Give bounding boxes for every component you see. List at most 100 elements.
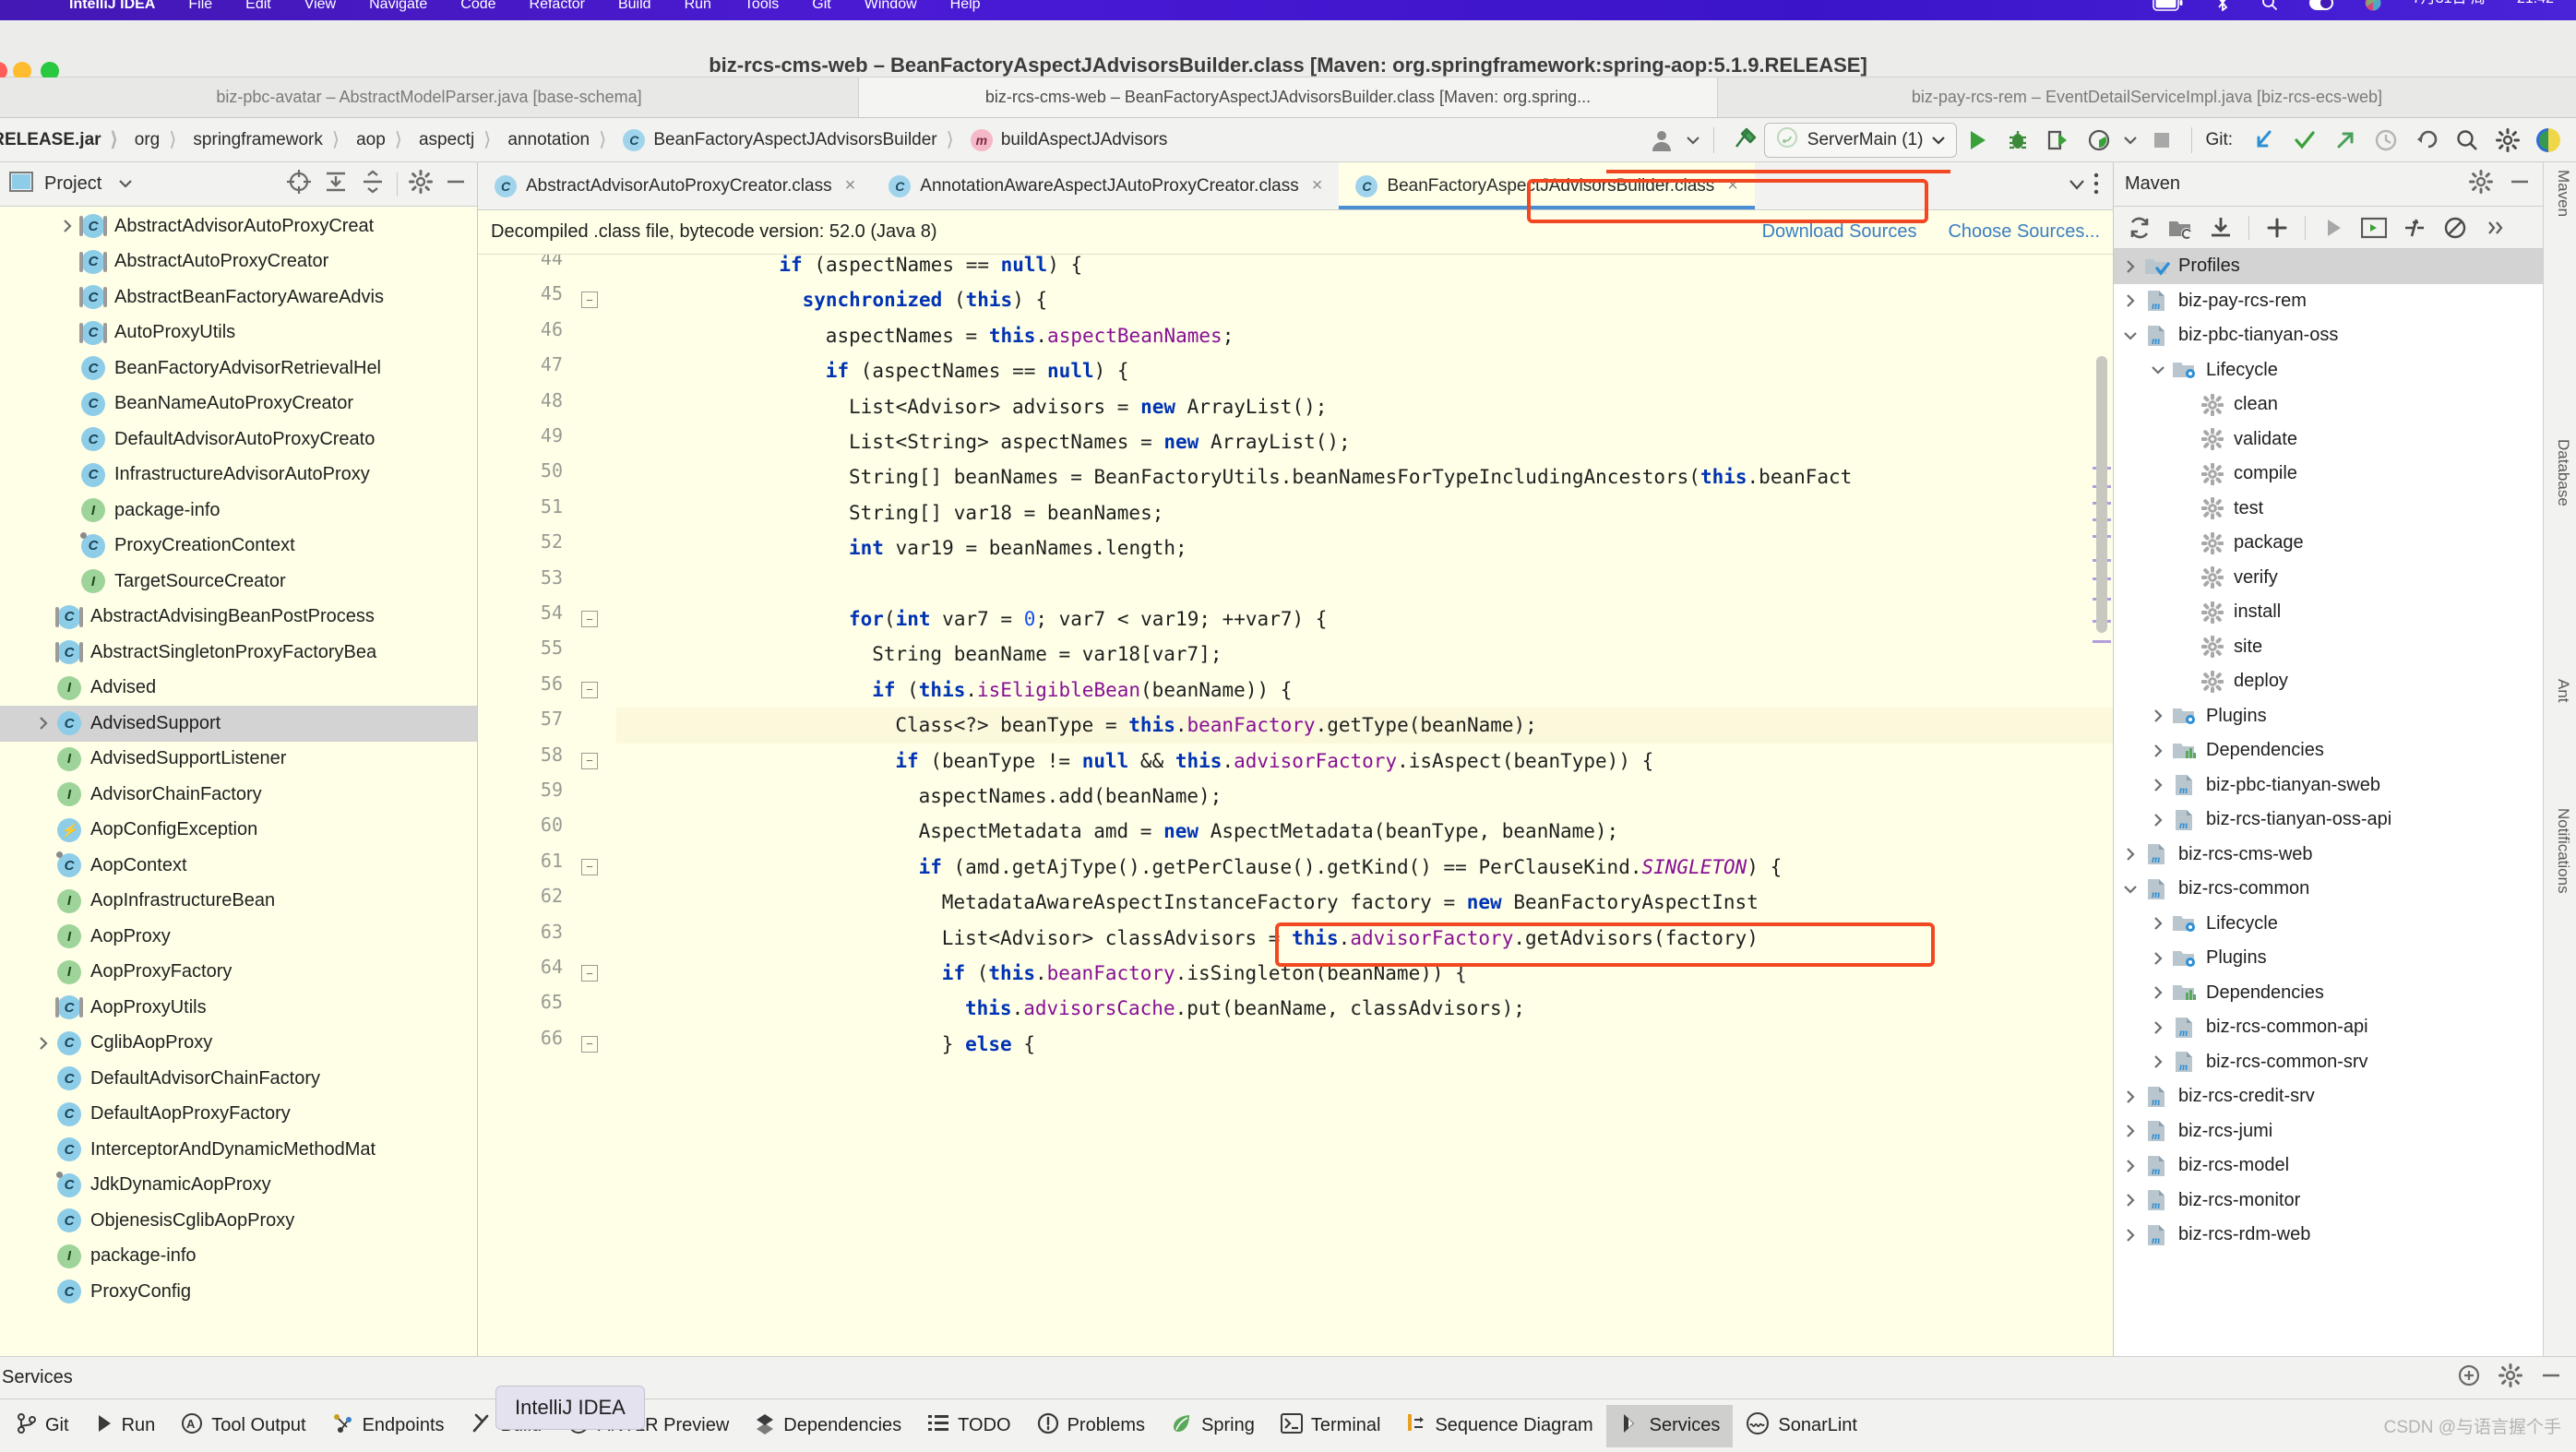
- download-sources-link[interactable]: Download Sources: [1762, 221, 1917, 243]
- editor-tab-annotation-aware[interactable]: C AnnotationAwareAspectJAutoProxyCreator…: [872, 162, 1339, 209]
- breadcrumb-aop[interactable]: aop ⟩: [352, 128, 415, 151]
- breadcrumb-org[interactable]: org ⟩: [131, 128, 190, 151]
- code-line-55[interactable]: String beanName = var18[var7];: [616, 637, 1222, 672]
- hammer-icon[interactable]: [1723, 120, 1764, 161]
- tree-twisty-down-icon[interactable]: [2117, 330, 2143, 341]
- tree-node-advisorchainfactory[interactable]: IAdvisorChainFactory: [0, 777, 477, 813]
- maven-node-biz-rcs-tianyan-oss-api[interactable]: mbiz-rcs-tianyan-oss-api: [2114, 803, 2543, 838]
- status-button-spring[interactable]: Spring: [1158, 1405, 1268, 1447]
- choose-sources-link[interactable]: Choose Sources...: [1948, 221, 2100, 243]
- tree-node-defaultaopproxyfactory[interactable]: CDefaultAopProxyFactory: [0, 1097, 477, 1133]
- menu-navigate[interactable]: Navigate: [352, 0, 444, 15]
- tree-twisty-right-icon[interactable]: [2145, 778, 2171, 792]
- history-clock-icon[interactable]: [2366, 120, 2406, 161]
- user-avatar-icon[interactable]: [1641, 120, 1682, 161]
- maven-node-biz-rcs-common-srv[interactable]: mbiz-rcs-common-srv: [2114, 1045, 2543, 1080]
- tree-node-package-info[interactable]: Ipackage-info: [0, 493, 477, 529]
- code-line-47[interactable]: if (aspectNames == null) {: [616, 353, 1129, 388]
- toggle-offline-icon[interactable]: [2437, 209, 2474, 246]
- maven-node-clean[interactable]: clean: [2114, 387, 2543, 423]
- close-tab-icon[interactable]: ×: [1727, 175, 1738, 196]
- download-sources-icon[interactable]: [2202, 209, 2239, 246]
- push-arrow-icon[interactable]: [2325, 120, 2366, 161]
- search-everywhere-icon[interactable]: [2447, 120, 2487, 161]
- maven-node-validate[interactable]: validate: [2114, 423, 2543, 458]
- strip-label-notifications[interactable]: Notifications: [2554, 808, 2572, 894]
- code-fold-icon[interactable]: −: [581, 611, 598, 627]
- breadcrumb-aspectj[interactable]: aspectj ⟩: [415, 128, 504, 151]
- status-button-terminal[interactable]: Terminal: [1268, 1405, 1394, 1447]
- stop-square-icon[interactable]: [2141, 120, 2182, 161]
- tree-node-abstractautoproxycreator[interactable]: CAbstractAutoProxyCreator: [0, 244, 477, 280]
- strip-label-ant[interactable]: Ant: [2554, 679, 2572, 703]
- code-line-49[interactable]: List<String> aspectNames = new ArrayList…: [616, 424, 1351, 459]
- tree-node-infrastructureadvisorautoproxy[interactable]: CInfrastructureAdvisorAutoProxy: [0, 458, 477, 494]
- maven-node-biz-rcs-jumi[interactable]: mbiz-rcs-jumi: [2114, 1114, 2543, 1149]
- tree-node-defaultadvisorchainfactory[interactable]: CDefaultAdvisorChainFactory: [0, 1061, 477, 1097]
- maven-node-biz-rcs-rdm-web[interactable]: mbiz-rcs-rdm-web: [2114, 1218, 2543, 1253]
- tree-node-advised[interactable]: IAdvised: [0, 671, 477, 707]
- maven-node-plugins[interactable]: Plugins: [2114, 699, 2543, 734]
- services-strip-label[interactable]: Services: [0, 1367, 73, 1388]
- status-button-run[interactable]: Run: [82, 1405, 169, 1447]
- tree-twisty-down-icon[interactable]: [2117, 884, 2143, 895]
- tree-node-abstractadvisorautoproxycreat[interactable]: CAbstractAdvisorAutoProxyCreat: [0, 208, 477, 244]
- tree-twisty-right-icon[interactable]: [2145, 708, 2171, 723]
- code-line-64[interactable]: if (this.beanFactory.isSingleton(beanNam…: [616, 956, 1467, 991]
- code-fold-icon[interactable]: −: [581, 859, 598, 875]
- run-play-icon[interactable]: [2315, 209, 2352, 246]
- gear-icon[interactable]: [2487, 120, 2528, 161]
- tree-twisty-right-icon[interactable]: [2145, 1054, 2171, 1069]
- tree-node-beanfactoryadvisorretrievalhel[interactable]: CBeanFactoryAdvisorRetrievalHel: [0, 351, 477, 387]
- code-line-66[interactable]: } else {: [616, 1027, 1035, 1062]
- locate-target-icon[interactable]: [286, 169, 312, 199]
- status-button-services[interactable]: Services: [1606, 1405, 1734, 1447]
- maven-tree[interactable]: Profilesmbiz-pay-rcs-remmbiz-pbc-tianyan…: [2114, 249, 2543, 1356]
- tree-twisty-down-icon[interactable]: [2145, 364, 2171, 375]
- menu-run[interactable]: Run: [668, 0, 728, 15]
- tree-node-autoproxyutils[interactable]: CAutoProxyUtils: [0, 315, 477, 351]
- tree-node-abstractadvisingbeanpostprocess[interactable]: CAbstractAdvisingBeanPostProcess: [0, 600, 477, 636]
- event-log-icon[interactable]: [2456, 1363, 2482, 1393]
- execute-goal-icon[interactable]: [2355, 209, 2392, 246]
- status-button-sequence-diagram[interactable]: Sequence Diagram: [1393, 1405, 1605, 1447]
- tree-node-beannameautoproxycreator[interactable]: CBeanNameAutoProxyCreator: [0, 387, 477, 423]
- editor-tab-abstract-advisor[interactable]: C AbstractAdvisorAutoProxyCreator.class …: [478, 162, 872, 209]
- status-button-tool-output[interactable]: ATool Output: [168, 1405, 318, 1447]
- breadcrumb-class[interactable]: C BeanFactoryAspectJAdvisorsBuilder ⟩: [619, 128, 967, 151]
- maven-node-profiles[interactable]: Profiles: [2114, 249, 2543, 284]
- tree-twisty-right-icon[interactable]: [2145, 916, 2171, 931]
- commit-checkmark-icon[interactable]: [2284, 120, 2325, 161]
- maven-node-test[interactable]: test: [2114, 492, 2543, 527]
- menu-refactor[interactable]: Refactor: [513, 0, 602, 15]
- menu-window[interactable]: Window: [848, 0, 934, 15]
- run-play-icon[interactable]: [1957, 120, 1998, 161]
- tree-twisty-right-icon[interactable]: [2117, 1193, 2143, 1208]
- maven-node-verify[interactable]: verify: [2114, 561, 2543, 596]
- menu-build[interactable]: Build: [602, 0, 668, 15]
- maven-node-biz-rcs-common-api[interactable]: mbiz-rcs-common-api: [2114, 1010, 2543, 1045]
- expand-all-icon[interactable]: [323, 169, 349, 199]
- status-button-todo[interactable]: TODO: [914, 1405, 1023, 1447]
- chevron-down-icon[interactable]: [2069, 178, 2085, 195]
- debug-bug-icon[interactable]: [1998, 120, 2038, 161]
- chevron-down-icon[interactable]: [1682, 120, 1704, 161]
- toggle-skip-tests-icon[interactable]: [2396, 209, 2433, 246]
- code-line-59[interactable]: aspectNames.add(beanName);: [616, 779, 1222, 814]
- status-button-git[interactable]: Git: [4, 1405, 82, 1447]
- breadcrumb-method[interactable]: m buildAspectJAdvisors: [967, 129, 1172, 151]
- maven-node-biz-rcs-cms-web[interactable]: mbiz-rcs-cms-web: [2114, 838, 2543, 873]
- tree-twisty-right-icon[interactable]: [2145, 1020, 2171, 1035]
- code-line-62[interactable]: MetadataAwareAspectInstanceFactory facto…: [616, 885, 1759, 920]
- maven-node-biz-pbc-tianyan-sweb[interactable]: mbiz-pbc-tianyan-sweb: [2114, 768, 2543, 803]
- hide-minimize-icon[interactable]: [2539, 1363, 2563, 1392]
- add-plus-icon[interactable]: [2259, 209, 2296, 246]
- bluetooth-icon[interactable]: [2215, 0, 2230, 16]
- strip-label-database[interactable]: Database: [2554, 439, 2572, 506]
- maven-node-biz-rcs-credit-srv[interactable]: mbiz-rcs-credit-srv: [2114, 1079, 2543, 1114]
- tree-node-aopinfrastructurebean[interactable]: IAopInfrastructureBean: [0, 884, 477, 920]
- code-line-44[interactable]: if (aspectNames == null) {: [616, 255, 1082, 282]
- code-line-48[interactable]: List<Advisor> advisors = new ArrayList()…: [616, 389, 1327, 424]
- tree-node-abstractsingletonproxyfactorybea[interactable]: CAbstractSingletonProxyFactoryBea: [0, 635, 477, 671]
- rollback-undo-icon[interactable]: [2406, 120, 2447, 161]
